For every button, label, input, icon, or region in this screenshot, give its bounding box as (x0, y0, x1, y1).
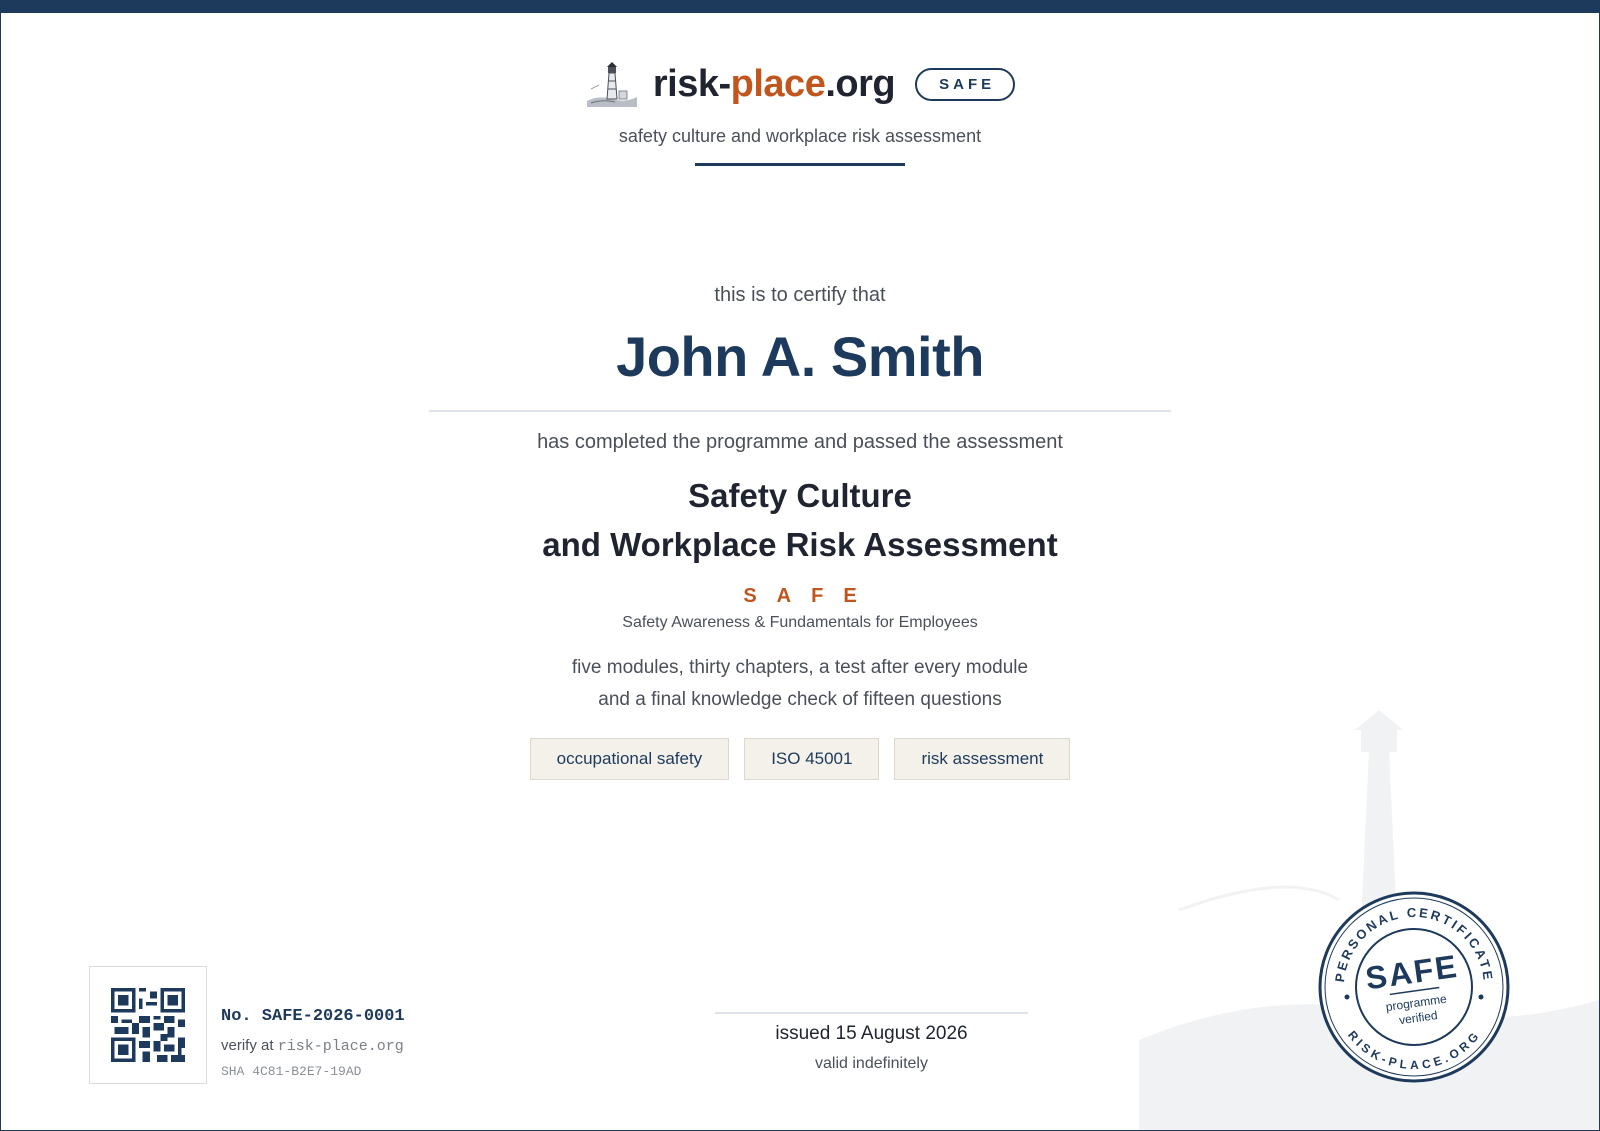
brand-header: risk-place.org SAFE safety culture and w… (1, 59, 1599, 166)
issue-date: issued 15 August 2026 (775, 1023, 968, 1044)
tag-iso-45001: ISO 45001 (744, 738, 880, 780)
qr-code-icon (111, 988, 185, 1062)
verify-link[interactable]: risk-place.org (278, 1038, 404, 1055)
verify-label: verify at (221, 1037, 274, 1054)
course-title: Safety Culture and Workplace Risk Assess… (1, 471, 1599, 569)
brand-divider (695, 163, 905, 166)
tag-risk-assessment: risk assessment (894, 738, 1071, 780)
sha-hash: SHA 4C81-B2E7-19AD (221, 1064, 362, 1079)
verify-line: verify at risk-place.org (221, 1037, 404, 1055)
certify-intro: this is to certify that (714, 284, 886, 306)
lighthouse-icon (586, 62, 637, 107)
certificate-page: risk-place.org SAFE safety culture and w… (0, 0, 1600, 1131)
issue-divider (715, 1012, 1028, 1014)
course-title-line2: and Workplace Risk Assessment (542, 526, 1058, 563)
brand-tagline: safety culture and workplace risk assess… (618, 126, 982, 146)
programme-description: five modules, thirty chapters, a test af… (1, 652, 1599, 716)
course-title-line1: Safety Culture (688, 477, 912, 514)
description-line1: five modules, thirty chapters, a test af… (571, 657, 1029, 678)
qr-code[interactable] (89, 966, 207, 1084)
brand-badge: SAFE (915, 67, 1016, 101)
recipient-name: John A. Smith (616, 325, 984, 388)
completion-text: has completed the programme and passed t… (537, 431, 1063, 453)
certificate-number: No. SAFE-2026-0001 (221, 1007, 405, 1026)
brand-name: risk-place.org (652, 62, 896, 105)
name-divider (429, 410, 1171, 412)
tag-occupational-safety: occupational safety (529, 738, 730, 780)
description-line2: and a final knowledge check of fifteen q… (598, 689, 1002, 710)
programme-acronym: SAFE (743, 585, 877, 607)
acronym-expansion: Safety Awareness & Fundamentals for Empl… (622, 614, 978, 631)
verification-seal: PERSONAL CERTIFICATE RISK-PLACE.ORG SAFE… (1318, 891, 1510, 1083)
validity-text: valid indefinitely (815, 1055, 928, 1072)
top-bar (1, 1, 1599, 13)
topic-tags: occupational safety ISO 45001 risk asses… (1, 738, 1599, 780)
